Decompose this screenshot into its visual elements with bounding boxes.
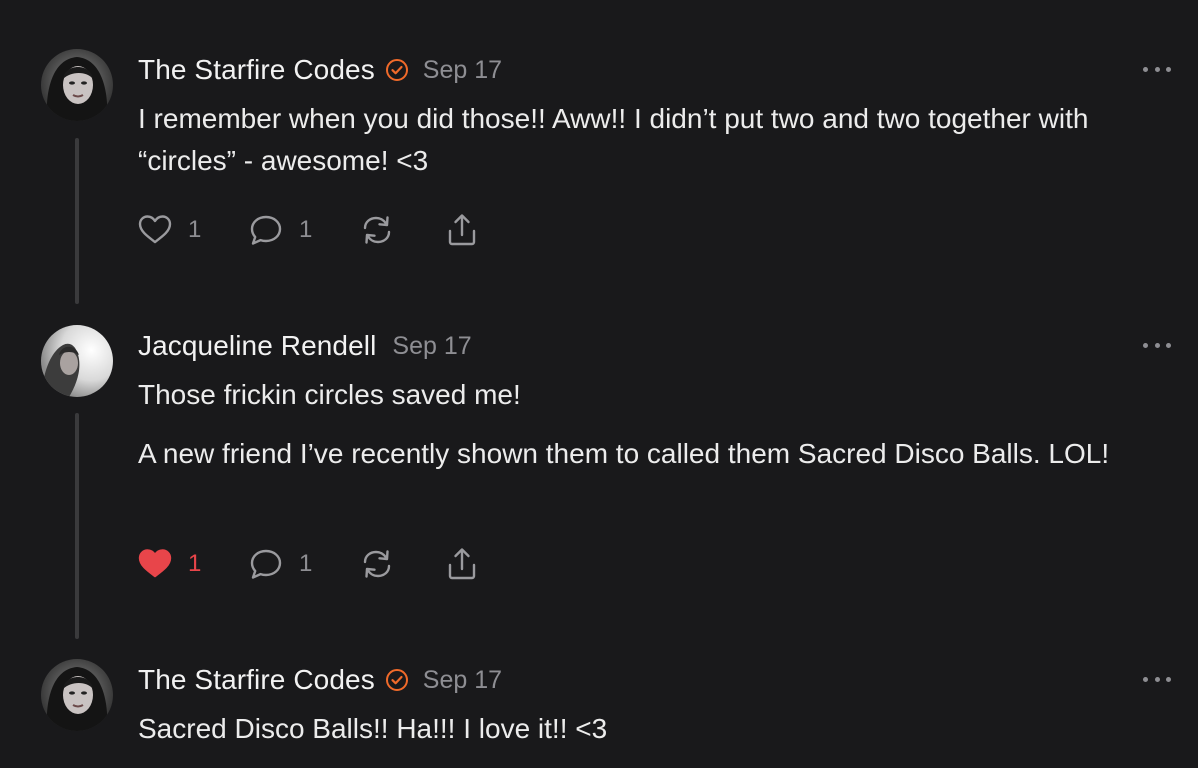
speech-bubble-icon [250,549,282,579]
verified-badge-icon [385,668,409,692]
comment-header: The Starfire Codes Sep 17 [138,50,502,90]
avatar[interactable] [41,49,113,121]
heart-icon [138,215,172,244]
comment-header: The Starfire Codes Sep 17 [138,660,502,700]
author-name[interactable]: The Starfire Codes [138,664,375,696]
comment-thread: The Starfire Codes Sep 17 I remember whe… [0,0,1198,768]
avatar[interactable] [41,325,113,397]
restack-button[interactable] [359,212,395,248]
comment-body: Those frickin circles saved me! A new fr… [138,374,1168,475]
restack-icon [363,216,391,244]
comment-paragraph: Sacred Disco Balls!! Ha!!! I love it!! <… [138,713,608,744]
ellipsis-icon [1143,676,1148,682]
heart-filled-icon [138,549,172,578]
reply-button[interactable]: 1 [248,212,312,248]
comment-date[interactable]: Sep 17 [423,666,502,695]
verified-badge-icon [385,58,409,82]
restack-button[interactable] [359,546,395,582]
ellipsis-icon [1143,66,1148,72]
more-options-button[interactable] [1143,64,1171,74]
reply-button[interactable]: 1 [248,546,312,582]
comment-paragraph: Those frickin circles saved me! [138,379,521,410]
comment-body: Sacred Disco Balls!! Ha!!! I love it!! <… [138,708,1168,750]
comment-paragraph: A new friend I’ve recently shown them to… [138,438,1110,469]
comment-header: Jacqueline Rendell Sep 17 [138,326,472,366]
like-button[interactable]: 1 [137,546,201,582]
comment-date[interactable]: Sep 17 [423,56,502,85]
comment-date[interactable]: Sep 17 [392,332,471,361]
more-options-button[interactable] [1143,674,1171,684]
speech-bubble-icon [250,215,282,245]
restack-icon [363,550,391,578]
author-name[interactable]: The Starfire Codes [138,54,375,86]
thread-line [75,413,79,639]
author-name[interactable]: Jacqueline Rendell [138,330,376,362]
comment-paragraph: I remember when you did those!! Aww!! I … [138,103,1089,176]
thread-line [75,138,79,304]
share-button[interactable] [444,212,480,248]
reply-count: 1 [299,216,313,243]
like-count: 1 [188,550,202,577]
comment-body: I remember when you did those!! Aww!! I … [138,98,1168,182]
like-button[interactable]: 1 [137,212,201,248]
ellipsis-icon [1143,342,1148,348]
more-options-button[interactable] [1143,340,1171,350]
share-button[interactable] [444,546,480,582]
share-icon [448,214,476,246]
reply-count: 1 [299,550,313,577]
share-icon [448,548,476,580]
avatar[interactable] [41,659,113,731]
like-count: 1 [188,216,202,243]
